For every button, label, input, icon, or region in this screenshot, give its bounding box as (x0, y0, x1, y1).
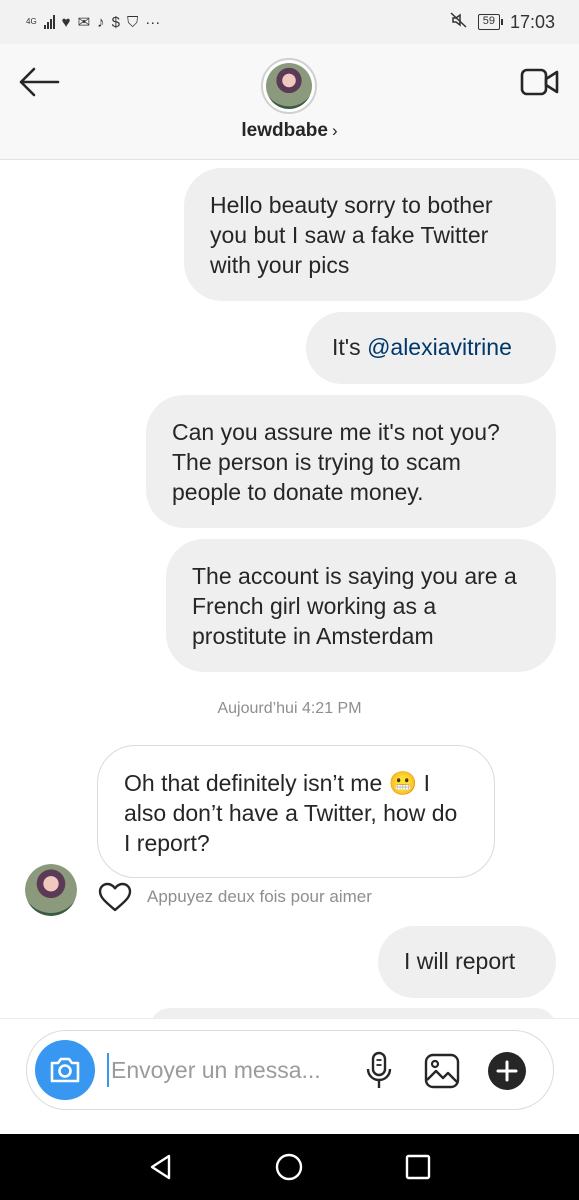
mail-icon: ✉ (77, 14, 91, 31)
sent-message[interactable]: Hello beauty sorry to bother you but I s… (184, 168, 556, 301)
chat-header: lewdbabe › (0, 44, 579, 160)
status-left: 4G ♥ ✉ ♪ $ ⛉ ··· (26, 13, 161, 32)
nav-back-icon[interactable] (146, 1152, 176, 1182)
message-text: Hello beauty sorry to bother you but I s… (210, 192, 493, 278)
sent-message[interactable]: Can you assure me it's not you? The pers… (146, 395, 556, 528)
message-text: The account is saying you are a French g… (192, 563, 517, 649)
mute-icon (450, 11, 468, 34)
sender-avatar[interactable] (25, 864, 77, 916)
camera-button[interactable] (35, 1040, 95, 1100)
mention-link[interactable]: @alexiavitrine (367, 334, 512, 360)
message-input[interactable] (107, 1053, 337, 1087)
message-text: I will report (404, 948, 516, 974)
message-text: Oh that definitely isn’t me 😬 I also don… (124, 770, 458, 856)
nav-recent-apps-icon[interactable] (403, 1152, 433, 1182)
video-call-icon[interactable] (519, 66, 561, 98)
signal-icon (43, 15, 55, 29)
network-indicator: 4G (26, 18, 37, 26)
gallery-icon[interactable] (423, 1052, 461, 1090)
back-arrow-icon[interactable] (18, 66, 60, 98)
camera-icon (50, 1057, 80, 1083)
network-label: 4G (26, 17, 37, 26)
message-text: It's (332, 334, 368, 360)
system-navigation-bar (0, 1134, 579, 1200)
tiktok-icon: ♪ (97, 13, 105, 31)
message-composer (26, 1030, 554, 1110)
status-bar: 4G ♥ ✉ ♪ $ ⛉ ··· 59 17:03 (0, 0, 579, 44)
chevron-right-icon: › (331, 121, 338, 140)
nav-home-icon[interactable] (274, 1152, 304, 1182)
sent-message[interactable]: I will report (378, 926, 556, 998)
like-hint: Appuyez deux fois pour aimer (147, 887, 372, 906)
clock: 17:03 (509, 11, 555, 32)
status-right: 59 17:03 (450, 11, 555, 34)
avatar-image (266, 63, 312, 109)
sent-message[interactable]: It's @alexiavitrine (306, 312, 556, 384)
heart-icon: ♥ (61, 13, 71, 31)
battery-icon: 59 (477, 14, 504, 30)
profile-avatar[interactable] (261, 58, 317, 114)
dollar-icon: $ (111, 13, 120, 31)
add-content-icon[interactable] (487, 1051, 527, 1091)
shield-icon: ⛉ (127, 13, 139, 31)
avatar-image (25, 864, 77, 916)
profile-name-link[interactable]: lewdbabe › (0, 120, 579, 142)
more-notifications: ··· (145, 13, 161, 31)
username: lewdbabe (241, 120, 328, 141)
like-heart-icon[interactable] (98, 882, 132, 912)
received-message[interactable]: Oh that definitely isn’t me 😬 I also don… (97, 745, 495, 878)
battery-level: 59 (482, 15, 495, 27)
message-text: Can you assure me it's not you? The pers… (172, 419, 500, 505)
microphone-icon[interactable] (362, 1051, 396, 1091)
message-timestamp: Aujourd’hui 4:21 PM (217, 700, 362, 717)
sent-message[interactable]: The account is saying you are a French g… (166, 539, 556, 672)
